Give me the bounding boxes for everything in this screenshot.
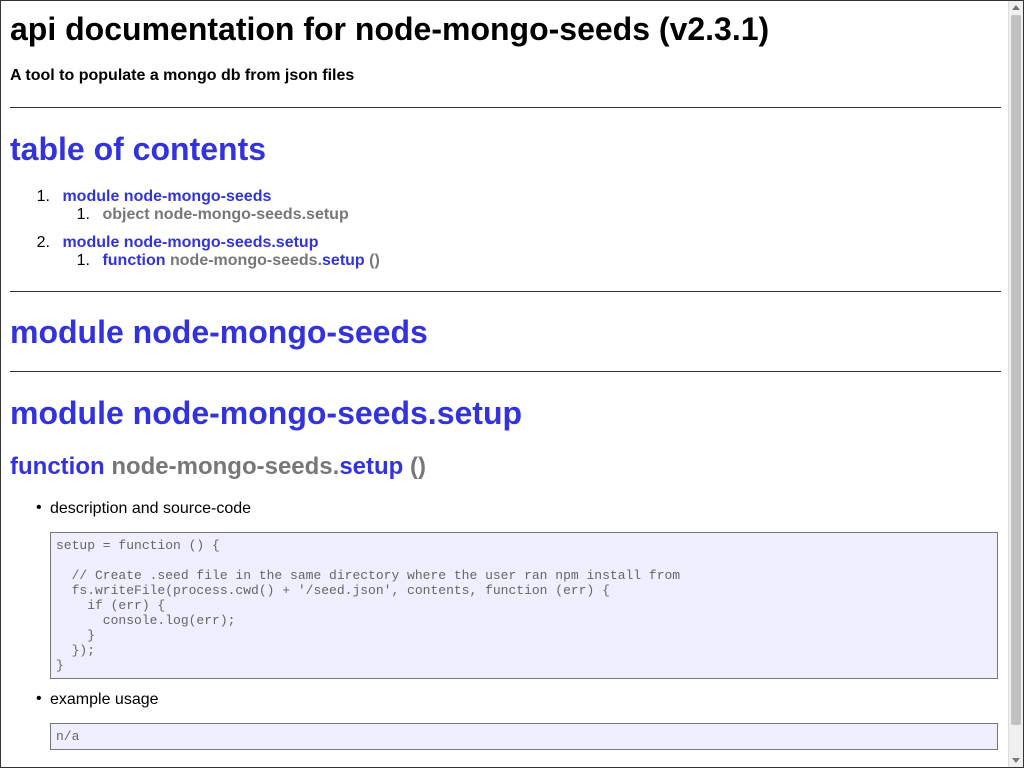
toc-item-module-2[interactable]: 2. module node-mongo-seeds.setup — [10, 234, 380, 252]
toc-name: node-mongo-seeds.setup — [154, 206, 349, 223]
toc-number: 1. — [36, 188, 50, 205]
toc-prefix: node-mongo-seeds. — [170, 252, 323, 269]
toc-kind: module — [62, 188, 120, 205]
page-title: api documentation for node-mongo-seeds (… — [10, 11, 770, 47]
function-args: () — [410, 453, 426, 480]
page-subtitle: A tool to populate a mongo db from json … — [10, 67, 355, 84]
section-module-node-mongo-seeds[interactable]: module node-mongo-seeds — [10, 314, 428, 351]
scroll-down-arrow-icon[interactable] — [1012, 758, 1020, 763]
toc-link-object-setup[interactable]: object node-mongo-seeds.setup — [102, 206, 348, 223]
toc-subitem-function-setup[interactable]: 1. function node-mongo-seeds.setup () — [10, 252, 380, 270]
section-name: node-mongo-seeds — [132, 314, 428, 350]
vertical-scrollbar[interactable] — [1008, 1, 1023, 767]
table-of-contents: 1. module node-mongo-seeds 1. object nod… — [10, 188, 380, 270]
toc-subitem-object-setup[interactable]: 1. object node-mongo-seeds.setup — [10, 206, 380, 224]
example-usage-label: example usage — [36, 690, 158, 709]
toc-name: setup — [322, 252, 365, 269]
toc-args: () — [369, 252, 380, 269]
divider — [10, 291, 1001, 292]
scrollbar-thumb[interactable] — [1011, 15, 1021, 725]
description-label: description and source-code — [36, 499, 251, 518]
toc-link-function-setup[interactable]: function node-mongo-seeds.setup () — [102, 252, 379, 269]
toc-name: node-mongo-seeds.setup — [123, 234, 319, 251]
source-code-block: setup = function () { // Create .seed fi… — [50, 532, 998, 679]
scroll-up-arrow-icon[interactable] — [1012, 5, 1020, 10]
toc-link-module-node-mongo-seeds[interactable]: module node-mongo-seeds — [62, 188, 271, 205]
toc-kind: function — [102, 252, 166, 269]
function-kind: function — [10, 453, 105, 480]
toc-kind: module — [62, 234, 120, 251]
divider — [10, 371, 1001, 372]
toc-title: table of contents — [10, 131, 267, 167]
function-heading[interactable]: function node-mongo-seeds.setup () — [10, 453, 426, 481]
section-name: node-mongo-seeds.setup — [132, 395, 523, 431]
toc-kind: object — [102, 206, 150, 223]
section-kind: module — [10, 314, 124, 350]
divider — [10, 107, 1001, 108]
toc-number: 1. — [76, 206, 90, 223]
toc-item-module-1[interactable]: 1. module node-mongo-seeds — [10, 188, 380, 206]
section-module-node-mongo-seeds-setup[interactable]: module node-mongo-seeds.setup — [10, 395, 522, 432]
function-name: setup — [339, 453, 404, 480]
toc-number: 1. — [76, 252, 90, 269]
function-prefix: node-mongo-seeds. — [111, 453, 340, 480]
toc-name: node-mongo-seeds — [123, 188, 272, 205]
toc-link-module-node-mongo-seeds-setup[interactable]: module node-mongo-seeds.setup — [62, 234, 318, 251]
toc-number: 2. — [36, 234, 50, 251]
example-code-block: n/a — [50, 723, 998, 750]
section-kind: module — [10, 395, 124, 431]
